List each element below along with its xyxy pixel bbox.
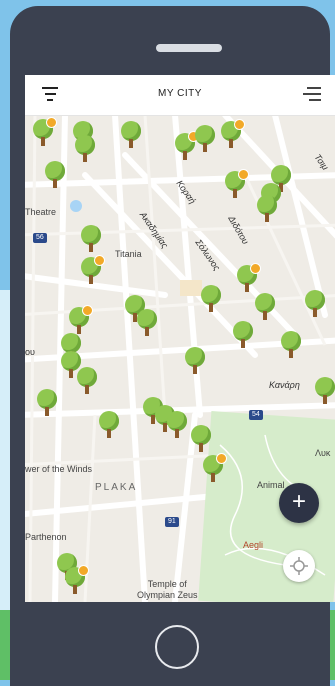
page-title: MY CITY <box>158 88 202 99</box>
phone-home-button[interactable] <box>155 625 199 669</box>
place-temple: Temple of Olympian Zeus <box>137 579 198 600</box>
road-badge-91: 91 <box>165 517 179 527</box>
crosshair-icon <box>290 557 308 575</box>
city-map[interactable]: Theatre Titania wer of the Winds Parthen… <box>25 115 335 602</box>
tree-marker[interactable] <box>315 377 335 405</box>
street-kanari: Κανάρη <box>269 380 300 390</box>
tree-marker[interactable] <box>201 285 221 313</box>
tree-marker[interactable] <box>305 290 325 318</box>
locate-me-button[interactable] <box>283 550 315 582</box>
street-ou: ου <box>25 347 35 357</box>
tree-marker[interactable] <box>69 305 93 335</box>
phone-speaker <box>156 44 222 52</box>
menu-icon[interactable] <box>303 87 321 103</box>
tree-marker[interactable] <box>255 293 275 321</box>
tree-marker[interactable] <box>81 255 105 285</box>
place-titania: Titania <box>115 249 142 259</box>
place-theatre: Theatre <box>25 207 57 217</box>
road-badge-56: 56 <box>33 233 47 243</box>
app-screen: MY CITY Theatre Titania wer of the Winds… <box>25 75 335 602</box>
add-tree-button[interactable]: + <box>279 483 319 523</box>
tree-marker[interactable] <box>37 389 57 417</box>
tree-marker[interactable] <box>221 119 245 149</box>
road-badge-54: 54 <box>249 410 263 420</box>
tree-marker[interactable] <box>281 331 301 359</box>
tree-marker[interactable] <box>77 367 97 395</box>
place-tower-of-winds: wer of the Winds <box>25 464 93 474</box>
place-parthenon: Parthenon <box>25 532 67 542</box>
tree-marker[interactable] <box>203 453 227 483</box>
tree-marker[interactable] <box>257 195 277 223</box>
tree-marker[interactable] <box>185 347 205 375</box>
tree-marker[interactable] <box>225 169 249 199</box>
tree-marker[interactable] <box>81 225 101 253</box>
tree-marker[interactable] <box>233 321 253 349</box>
plus-icon: + <box>291 488 306 515</box>
tree-marker[interactable] <box>65 565 89 595</box>
tree-marker[interactable] <box>195 125 215 153</box>
tree-marker[interactable] <box>99 411 119 439</box>
tree-marker[interactable] <box>137 309 157 337</box>
tree-marker[interactable] <box>191 425 211 453</box>
tree-marker[interactable] <box>121 121 141 149</box>
tree-marker[interactable] <box>45 161 65 189</box>
place-aegli: Aegli <box>243 540 264 550</box>
tree-marker[interactable] <box>75 135 95 163</box>
tree-marker[interactable] <box>237 263 261 293</box>
place-lyk: Λυκ <box>315 448 331 458</box>
app-header: MY CITY <box>25 75 335 116</box>
district-plaka: PLAKA <box>95 482 138 493</box>
place-animal: Animal <box>257 480 285 490</box>
tree-marker[interactable] <box>167 411 187 439</box>
tree-marker[interactable] <box>175 131 199 161</box>
tree-marker[interactable] <box>33 117 57 147</box>
